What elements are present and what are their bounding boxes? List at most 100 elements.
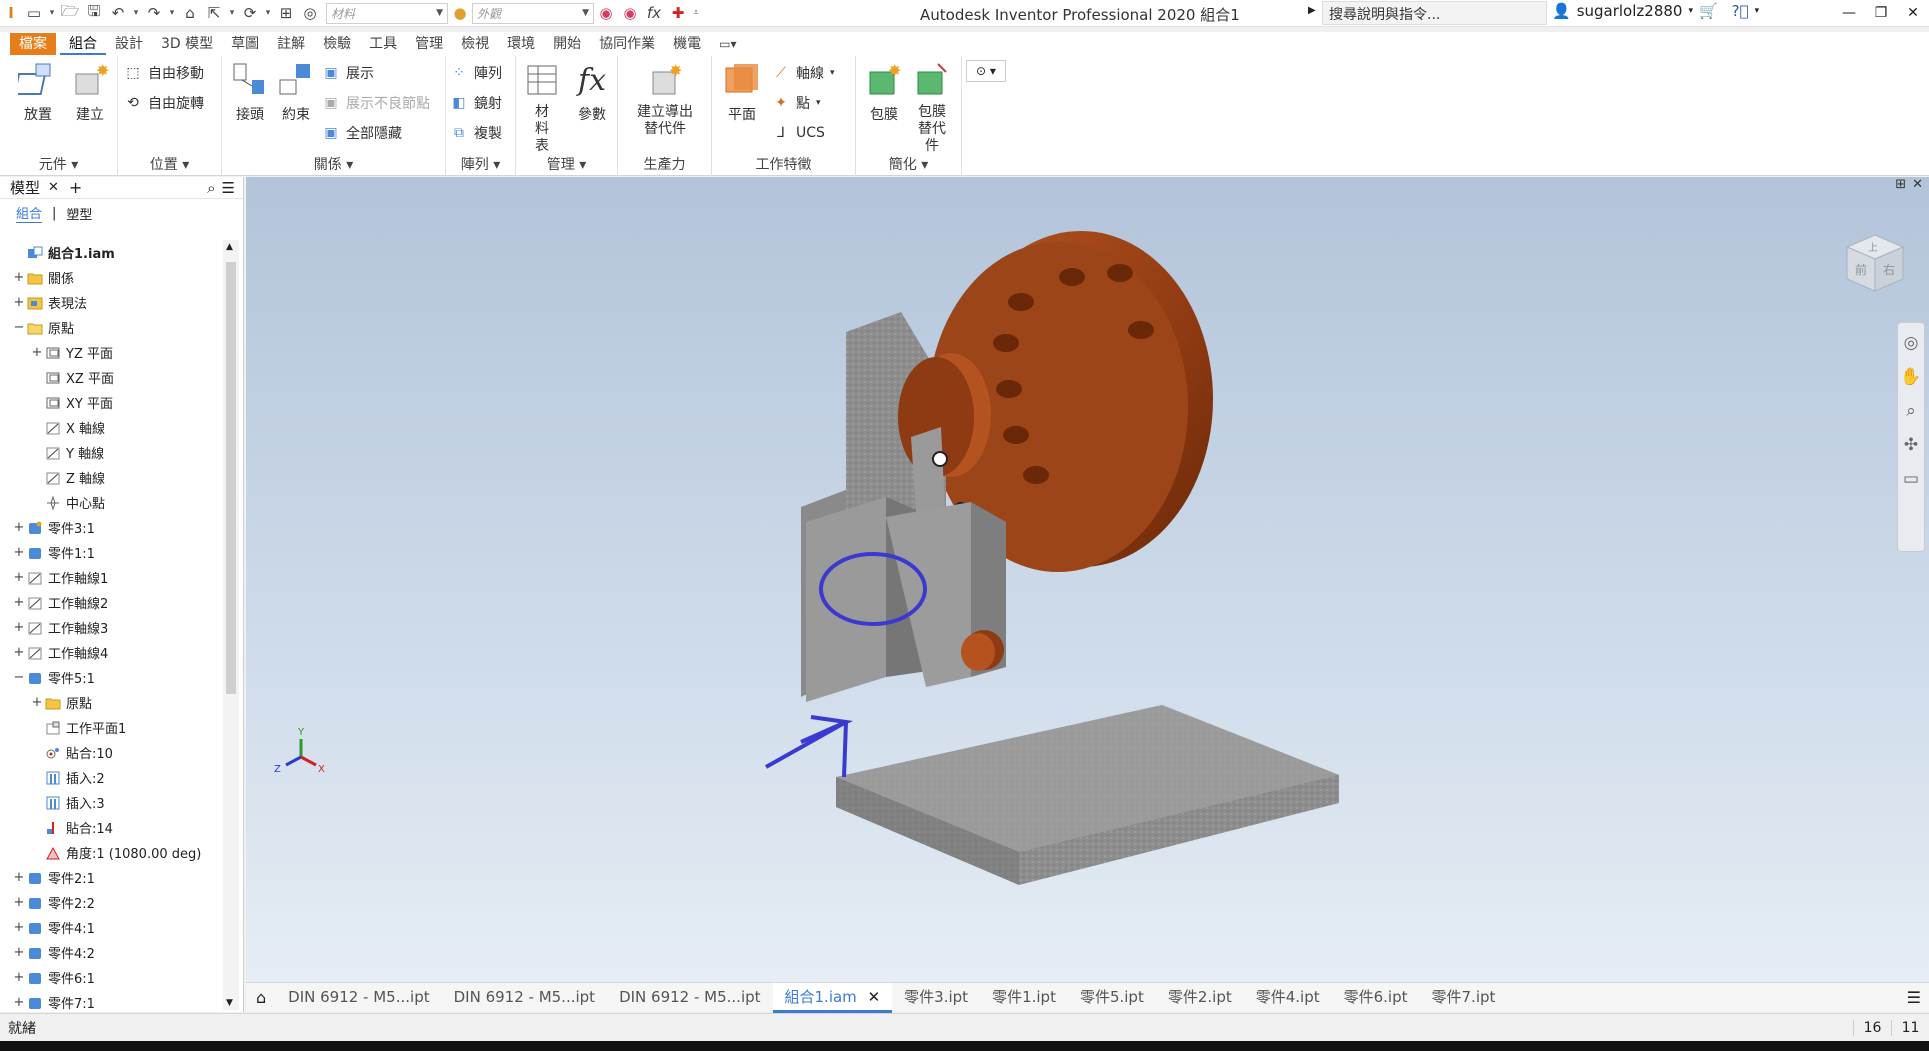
new-file-icon[interactable]: ▭	[22, 2, 46, 24]
point-button[interactable]: ✦ 點 ▾	[772, 92, 821, 114]
open-folder-icon[interactable]: 🗁	[58, 2, 82, 24]
doc-tab-active[interactable]: 組合1.iam ✕	[773, 983, 893, 1013]
expand-icon[interactable]: +	[30, 695, 44, 710]
viewcube-top-face[interactable]: 上	[1868, 239, 1878, 254]
undo-dropdown-icon[interactable]: ▾	[130, 8, 142, 18]
tab-3d-model[interactable]: 3D 模型	[152, 33, 222, 55]
position-panel-label[interactable]: 位置 ▾	[118, 154, 221, 174]
free-move-button[interactable]: ⬚ 自由移動	[124, 62, 204, 84]
tree-scrollbar[interactable]: ▲ ▼	[223, 240, 239, 1010]
component-panel-label[interactable]: 元件 ▾	[0, 154, 117, 174]
expand-icon[interactable]: +	[12, 995, 26, 1010]
tree-item[interactable]: +YZ 平面	[0, 340, 222, 365]
expand-icon[interactable]: +	[12, 570, 26, 585]
undo-icon[interactable]: ↶	[106, 2, 130, 24]
plus-icon[interactable]: ✚	[666, 2, 690, 24]
tree-item[interactable]: −零件5:1	[0, 665, 222, 690]
app-logo-icon[interactable]: I	[0, 2, 22, 24]
tree-item[interactable]: +表現法	[0, 290, 222, 315]
browser-title[interactable]: 模型	[10, 177, 40, 198]
pan-hand-icon[interactable]: ✋	[1900, 367, 1921, 387]
doc-tab[interactable]: 零件6.ipt	[1332, 983, 1420, 1013]
tree-item[interactable]: +零件2:1	[0, 865, 222, 890]
tab-get-started[interactable]: 開始	[544, 33, 590, 55]
tree-item[interactable]: −原點	[0, 315, 222, 340]
orbit-icon[interactable]: ✣	[1904, 435, 1918, 455]
quick-access-extra[interactable]: ⊙ ▾	[966, 60, 1006, 82]
help-search-input[interactable]: 搜尋說明與指令...	[1322, 1, 1547, 25]
tree-item[interactable]: +零件6:1	[0, 965, 222, 990]
pattern-button[interactable]: ⁘ 陣列	[450, 62, 502, 84]
tree-item[interactable]: 角度:1 (1080.00 deg)	[0, 840, 222, 865]
browser-close-icon[interactable]: ✕	[48, 180, 59, 195]
material-combo[interactable]: 材料 ▼	[326, 3, 448, 24]
tree-item[interactable]: +零件2:2	[0, 890, 222, 915]
tab-collaborate[interactable]: 協同作業	[590, 33, 664, 55]
clear-appearance-icon[interactable]: ◉	[618, 2, 642, 24]
collapse-icon[interactable]: −	[12, 320, 26, 335]
browser-tab-assembly[interactable]: 組合	[16, 203, 42, 223]
doc-tab[interactable]: DIN 6912 - M5...ipt	[442, 983, 607, 1013]
manage-panel-label[interactable]: 管理 ▾	[516, 154, 617, 174]
scroll-up-icon[interactable]: ▲	[226, 242, 233, 252]
tree-item[interactable]: +關係	[0, 265, 222, 290]
measure-icon[interactable]: ⊞	[274, 2, 298, 24]
tree-item[interactable]: 中心點	[0, 490, 222, 515]
tab-electromechanical[interactable]: 機電	[664, 33, 710, 55]
adjust-appearance-icon[interactable]: ◉	[594, 2, 618, 24]
expand-icon[interactable]: +	[12, 270, 26, 285]
appearance-combo[interactable]: 外觀 ▼	[472, 3, 594, 24]
browser-menu-icon[interactable]: ☰	[222, 179, 235, 197]
simplification-panel-label[interactable]: 簡化 ▾	[856, 154, 961, 174]
parameters-button[interactable]: fx 參數	[568, 60, 616, 124]
redo-icon[interactable]: ↷	[142, 2, 166, 24]
tree-item[interactable]: 插入:2	[0, 765, 222, 790]
tree-item[interactable]: +零件1:1	[0, 540, 222, 565]
tree-item[interactable]: +工作軸線2	[0, 590, 222, 615]
tree-item[interactable]: 工作平面1	[0, 715, 222, 740]
create-button[interactable]: ✸ 建立	[66, 60, 114, 124]
tab-assemble[interactable]: 組合	[60, 33, 106, 55]
browser-tab-modeling[interactable]: 塑型	[66, 204, 92, 223]
doc-tab[interactable]: 零件1.ipt	[980, 983, 1068, 1013]
scroll-down-icon[interactable]: ▼	[226, 998, 233, 1008]
zoom-icon[interactable]: ⌕	[1906, 401, 1916, 421]
home-icon[interactable]: ⌂	[178, 2, 202, 24]
doc-tabs-menu-icon[interactable]: ☰	[1907, 988, 1929, 1007]
tree-item[interactable]: 貼合:10	[0, 740, 222, 765]
new-dropdown-icon[interactable]: ▾	[46, 8, 58, 18]
user-icon[interactable]: 👤	[1552, 2, 1571, 20]
tree-item[interactable]: +工作軸線3	[0, 615, 222, 640]
tree-item[interactable]: 組合1.iam	[0, 240, 222, 265]
search-expand-icon[interactable]: ▶	[1308, 5, 1316, 16]
appearance-globe-icon[interactable]: ◎	[298, 2, 322, 24]
tab-tools[interactable]: 工具	[360, 33, 406, 55]
hide-all-button[interactable]: ▣ 全部隱藏	[322, 122, 402, 144]
place-button[interactable]: 放置	[14, 60, 62, 124]
mirror-button[interactable]: ◧ 鏡射	[450, 92, 502, 114]
ribbon-options-icon[interactable]: ▭▾	[710, 33, 745, 55]
tree-item[interactable]: +零件4:2	[0, 940, 222, 965]
assembly-model-view[interactable]: Y Z X	[246, 177, 1929, 982]
constrain-button[interactable]: 約束	[272, 60, 320, 124]
redo-dropdown-icon[interactable]: ▾	[166, 8, 178, 18]
viewcube-right-face[interactable]: 右	[1883, 261, 1895, 278]
doc-tab[interactable]: 零件4.ipt	[1244, 983, 1332, 1013]
copy-button[interactable]: ⧉ 複製	[450, 122, 502, 144]
select-dropdown-icon[interactable]: ▾	[226, 8, 238, 18]
expand-icon[interactable]: +	[12, 945, 26, 960]
tab-environments[interactable]: 環境	[498, 33, 544, 55]
axis-button[interactable]: ⟋ 軸線 ▾	[772, 62, 835, 84]
home-tab-icon[interactable]: ⌂	[246, 988, 276, 1007]
collapse-icon[interactable]: −	[12, 670, 26, 685]
viewcube-front-face[interactable]: 前	[1855, 261, 1867, 278]
doc-tab[interactable]: 零件7.ipt	[1420, 983, 1508, 1013]
tab-inspect[interactable]: 檢驗	[314, 33, 360, 55]
tree-item[interactable]: Z 軸線	[0, 465, 222, 490]
expand-icon[interactable]: +	[12, 295, 26, 310]
steering-wheel-icon[interactable]: ◎	[1904, 333, 1919, 353]
tree-item[interactable]: X 軸線	[0, 415, 222, 440]
select-icon[interactable]: ⇱	[202, 2, 226, 24]
pattern-panel-label[interactable]: 陣列 ▾	[446, 154, 515, 174]
tab-view[interactable]: 檢視	[452, 33, 498, 55]
